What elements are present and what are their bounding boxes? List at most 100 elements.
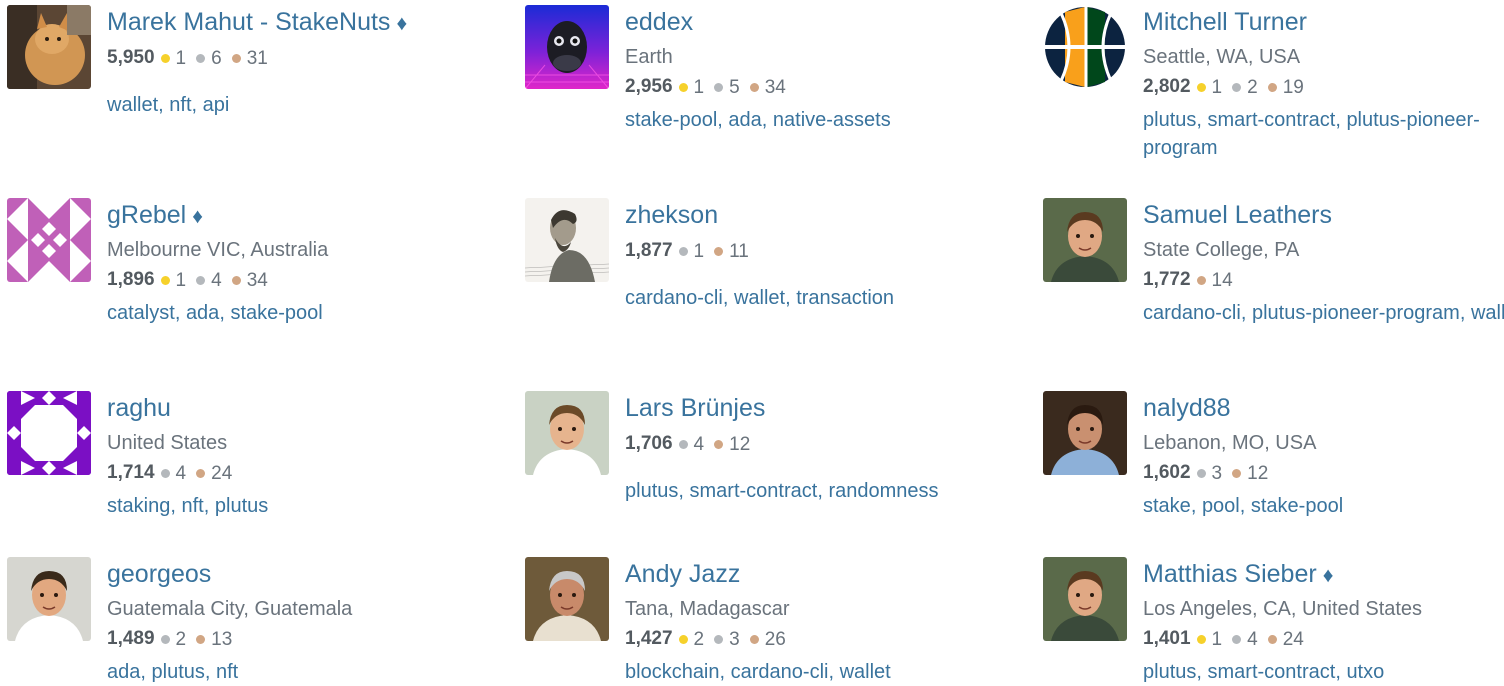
tag-link[interactable]: stake: [1143, 495, 1191, 517]
tag-link[interactable]: cardano-cli: [1143, 302, 1241, 324]
tag-link[interactable]: wallet: [840, 661, 891, 683]
avatar[interactable]: [1043, 391, 1127, 475]
user-tags: wallet, nft, api: [107, 91, 487, 119]
tag-link[interactable]: utxo: [1346, 661, 1384, 683]
reputation-row: 1,877 1 11: [625, 236, 1005, 266]
user-location: Lebanon, MO, USA: [1143, 432, 1317, 454]
avatar[interactable]: [7, 198, 91, 282]
bronze-badge-icon: [749, 635, 759, 644]
avatar[interactable]: [525, 391, 609, 475]
tag-link[interactable]: plutus: [625, 480, 678, 502]
tag-separator: ,: [219, 302, 231, 324]
user-name-link[interactable]: raghu: [107, 394, 171, 422]
tag-separator: ,: [717, 109, 729, 131]
silver-badge: 5: [714, 73, 740, 102]
tag-link[interactable]: api: [203, 94, 230, 116]
avatar[interactable]: [525, 5, 609, 89]
avatar[interactable]: [7, 5, 91, 89]
user-name-link[interactable]: nalyd88: [1143, 394, 1231, 422]
tag-link[interactable]: ada: [107, 661, 140, 683]
tag-link[interactable]: wallet: [734, 287, 785, 309]
tag-link[interactable]: ada: [186, 302, 219, 324]
tag-link[interactable]: cardano-cli: [731, 661, 829, 683]
tag-link[interactable]: transaction: [796, 287, 894, 309]
silver-badge: 4: [1232, 625, 1258, 654]
badge-count: 2: [1247, 77, 1258, 98]
tag-link[interactable]: catalyst: [107, 302, 175, 324]
user-name-link[interactable]: gRebel: [107, 201, 186, 229]
tag-link[interactable]: pool: [1202, 495, 1240, 517]
badge-count: 24: [1282, 629, 1304, 650]
user-name-link[interactable]: Mitchell Turner: [1143, 8, 1307, 36]
badge-count: 1: [1211, 629, 1223, 650]
tag-link[interactable]: plutus: [152, 661, 205, 683]
tag-separator: ,: [170, 495, 182, 517]
bronze-badge: 19: [1267, 73, 1304, 102]
silver-badge-icon: [678, 247, 688, 256]
user-info: Marek Mahut - StakeNuts ♦ 5,950 1 6 31 wallet,…: [107, 5, 487, 119]
user-name-link[interactable]: eddex: [625, 8, 693, 36]
tag-link[interactable]: nft: [182, 495, 204, 517]
user-info: nalyd88 Lebanon, MO, USA 1,602 3 12 stake, po…: [1143, 391, 1504, 520]
tag-link[interactable]: wallet: [107, 94, 158, 116]
avatar[interactable]: [1043, 5, 1127, 89]
user-name-link[interactable]: Samuel Leathers: [1143, 201, 1332, 229]
tag-link[interactable]: plutus: [1143, 661, 1196, 683]
tag-link[interactable]: ada: [728, 109, 761, 131]
badge-count: 13: [211, 629, 233, 650]
tag-link[interactable]: staking: [107, 495, 170, 517]
badge-count: 4: [693, 434, 705, 455]
user-name-link[interactable]: Marek Mahut - StakeNuts: [107, 8, 390, 36]
tag-link[interactable]: plutus: [215, 495, 268, 517]
avatar[interactable]: [7, 557, 91, 641]
reputation-row: 1,896 1 4 34: [107, 265, 487, 295]
user-info: eddex Earth 2,956 1 5 34 stake-pool, ada, nati…: [625, 5, 1005, 134]
tag-link[interactable]: stake-pool: [1251, 495, 1343, 517]
avatar[interactable]: [525, 557, 609, 641]
bronze-badge-icon: [1267, 83, 1277, 92]
reputation-row: 1,489 2 13: [107, 624, 487, 654]
tag-link[interactable]: smart-contract: [690, 480, 818, 502]
tag-link[interactable]: nft: [216, 661, 238, 683]
tag-separator: ,: [719, 661, 731, 683]
badge-count: 5: [729, 77, 740, 98]
badge-count: 3: [1211, 463, 1223, 484]
user-info: Andy Jazz Tana, Madagascar 1,427 2 3 26 blockc…: [625, 557, 1005, 686]
badge-count: 1: [693, 241, 705, 262]
silver-badge-icon: [160, 469, 170, 478]
tag-link[interactable]: nft: [169, 94, 191, 116]
tag-link[interactable]: blockchain: [625, 661, 720, 683]
bronze-badge: 34: [749, 73, 786, 102]
badge-count: 6: [211, 48, 222, 69]
user-name-link[interactable]: Lars Brünjes: [625, 394, 765, 422]
tag-link[interactable]: native-assets: [773, 109, 891, 131]
tag-link[interactable]: randomness: [828, 480, 938, 502]
tag-link[interactable]: wallet: [1471, 302, 1504, 324]
user-name-link[interactable]: georgeos: [107, 560, 211, 588]
tag-link[interactable]: stake-pool: [230, 302, 322, 324]
silver-badge-icon: [196, 54, 206, 63]
avatar[interactable]: [1043, 198, 1127, 282]
reputation-row: 2,956 1 5 34: [625, 72, 1005, 102]
user-tags: ada, plutus, nft: [107, 658, 487, 686]
silver-badge: 2: [1232, 73, 1258, 102]
silver-badge: 3: [1196, 459, 1223, 488]
badge-count: 12: [729, 434, 751, 455]
user-name-link[interactable]: Matthias Sieber: [1143, 560, 1317, 588]
tag-link[interactable]: smart-contract: [1208, 109, 1336, 131]
avatar[interactable]: [7, 391, 91, 475]
user-name-link[interactable]: Andy Jazz: [625, 560, 740, 588]
tag-link[interactable]: plutus-pioneer-program: [1252, 302, 1460, 324]
tag-link[interactable]: stake-pool: [625, 109, 717, 131]
user-name-row: Lars Brünjes: [625, 391, 1005, 429]
tag-link[interactable]: smart-contract: [1208, 661, 1336, 683]
badge-count: 1: [175, 270, 187, 291]
tag-link[interactable]: cardano-cli: [625, 287, 723, 309]
avatar[interactable]: [1043, 557, 1127, 641]
tag-link[interactable]: plutus: [1143, 109, 1196, 131]
user-info: Matthias Sieber ♦ Los Angeles, CA, United …: [1143, 557, 1504, 686]
user-name-link[interactable]: zhekson: [625, 201, 718, 229]
bronze-badge: 31: [231, 44, 268, 73]
avatar[interactable]: [525, 198, 609, 282]
badge-count: 12: [1247, 463, 1269, 484]
